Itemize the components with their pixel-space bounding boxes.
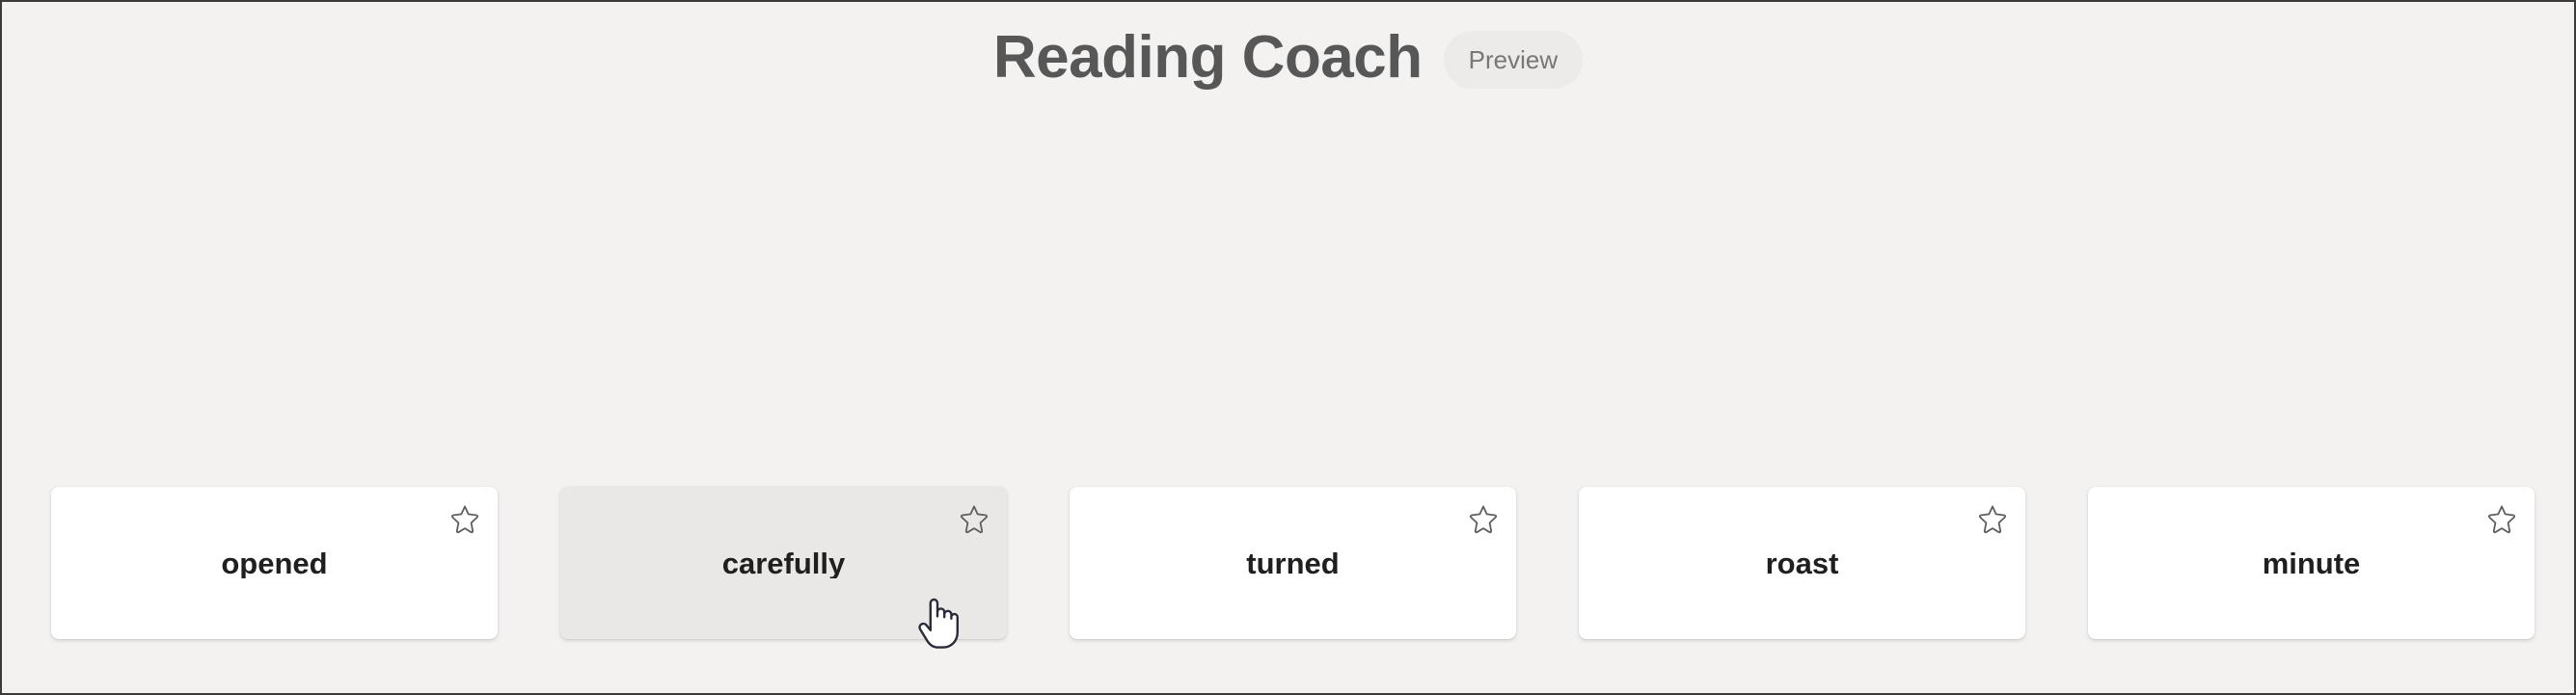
app-header: Reading Coach Preview [2, 2, 2574, 108]
favorite-star-button[interactable] [955, 499, 993, 538]
word-card[interactable]: minute [2088, 487, 2535, 639]
word-card[interactable]: carefully [560, 487, 1007, 639]
word-card-list: opened carefully turned roast minute [51, 487, 2535, 639]
favorite-star-button[interactable] [446, 499, 484, 538]
word-card-label: opened [221, 548, 328, 578]
word-card[interactable]: roast [1579, 487, 2025, 639]
favorite-star-button[interactable] [1973, 499, 2012, 538]
word-card-label: turned [1246, 548, 1340, 578]
reading-coach-app: Reading Coach Preview opened carefully t… [0, 0, 2576, 695]
word-card[interactable]: opened [51, 487, 498, 639]
favorite-star-button[interactable] [1464, 499, 1503, 538]
word-card[interactable]: turned [1070, 487, 1516, 639]
star-outline-icon [1469, 505, 1498, 534]
star-outline-icon [2487, 505, 2516, 534]
favorite-star-button[interactable] [2482, 499, 2521, 538]
preview-badge: Preview [1443, 31, 1584, 89]
word-card-label: carefully [721, 548, 846, 578]
star-outline-icon [450, 505, 479, 534]
star-outline-icon [1978, 505, 2007, 534]
word-card-label: roast [1765, 548, 1839, 578]
word-card-label: minute [2262, 548, 2361, 578]
page-title: Reading Coach [992, 24, 1423, 91]
star-outline-icon [960, 505, 989, 534]
